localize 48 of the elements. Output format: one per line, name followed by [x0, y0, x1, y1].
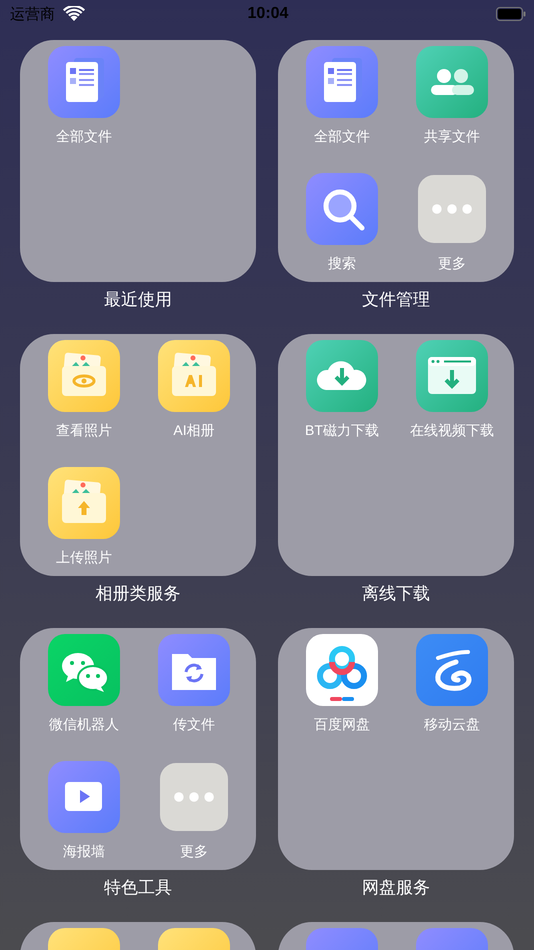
people-icon — [416, 46, 488, 118]
app-button[interactable]: 百度网盘 — [287, 634, 397, 734]
app-button[interactable]: 全部文件 — [287, 46, 397, 146]
cloud-download-icon — [306, 340, 378, 412]
app-button[interactable]: 在线视频下载 — [397, 340, 507, 440]
app-button[interactable]: 全部文件 — [29, 46, 139, 146]
app-button[interactable]: BT磁力下载 — [287, 340, 397, 440]
chat-bubbles-icon — [48, 634, 120, 706]
app-button[interactable]: 移动云盘 — [397, 634, 507, 734]
folder-panel[interactable]: 百度网盘 移动云盘 — [278, 628, 514, 870]
app-button[interactable]: AI相册 — [139, 340, 249, 440]
folder-panel[interactable]: BT磁力下载 在线视频下载 — [278, 334, 514, 576]
app-button[interactable]: 共享文件 — [397, 46, 507, 146]
folder-panel[interactable]: 全部文件 共享文件 搜索 更多 — [278, 40, 514, 282]
folder-title: 网盘服务 — [362, 877, 430, 899]
play-icon — [48, 761, 120, 833]
app-button[interactable]: 更多 — [397, 173, 507, 273]
document-icon — [306, 46, 378, 118]
app-button[interactable]: 搜索 — [287, 173, 397, 273]
swirl-icon — [416, 634, 488, 706]
clock-time: 10:04 — [248, 5, 288, 23]
photo-folder-icon — [158, 340, 230, 412]
app-button[interactable]: 更多 — [139, 761, 249, 861]
clouds-icon — [306, 634, 378, 706]
more-icon — [160, 763, 228, 831]
folder-title: 最近使用 — [104, 289, 172, 311]
folder-panel[interactable]: 微信机器人 传文件 海报墙 更多 — [20, 628, 256, 870]
search-icon — [306, 173, 378, 245]
app-button[interactable]: 上传照片 — [29, 467, 139, 567]
app-button[interactable]: 海报墙 — [29, 761, 139, 861]
battery-icon — [496, 7, 526, 21]
folder-title: 特色工具 — [104, 877, 172, 899]
app-button[interactable]: 传文件 — [139, 634, 249, 734]
browser-download-icon — [416, 340, 488, 412]
document-icon — [48, 46, 120, 118]
folder-panel[interactable]: 全部文件 — [20, 40, 256, 282]
app-button[interactable]: 查看照片 — [29, 340, 139, 440]
photo-folder-icon — [48, 340, 120, 412]
folder-title: 离线下载 — [362, 583, 430, 605]
folder-title: 文件管理 — [362, 289, 430, 311]
folder-title: 相册类服务 — [96, 583, 180, 605]
photo-folder-icon — [48, 467, 120, 539]
folder-sync-icon — [158, 634, 230, 706]
more-icon — [418, 175, 486, 243]
app-button[interactable]: 微信机器人 — [29, 634, 139, 734]
carrier-name: 运营商 — [10, 4, 55, 24]
folder-panel[interactable]: 查看照片 AI相册 上传照片 — [20, 334, 256, 576]
wifi-icon — [63, 6, 85, 22]
